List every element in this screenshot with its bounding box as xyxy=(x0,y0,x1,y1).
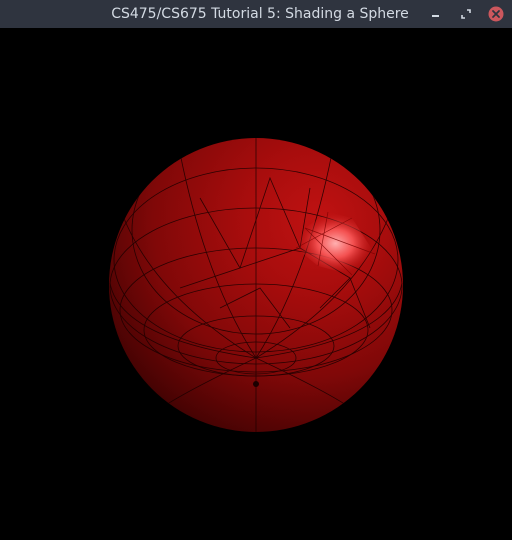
sphere-viewport xyxy=(109,138,403,432)
sphere-pole xyxy=(253,381,259,387)
window-controls xyxy=(414,0,504,28)
minimize-button[interactable] xyxy=(428,6,444,22)
window-title: CS475/CS675 Tutorial 5: Shading a Sphere xyxy=(111,6,409,22)
maximize-button[interactable] xyxy=(458,6,474,22)
close-icon xyxy=(488,6,504,22)
maximize-icon xyxy=(461,9,471,19)
minimize-icon xyxy=(432,15,439,17)
application-window: CS475/CS675 Tutorial 5: Shading a Sphere xyxy=(0,0,512,540)
render-canvas[interactable] xyxy=(0,28,512,540)
title-bar[interactable]: CS475/CS675 Tutorial 5: Shading a Sphere xyxy=(0,0,512,28)
close-button[interactable] xyxy=(488,6,504,22)
